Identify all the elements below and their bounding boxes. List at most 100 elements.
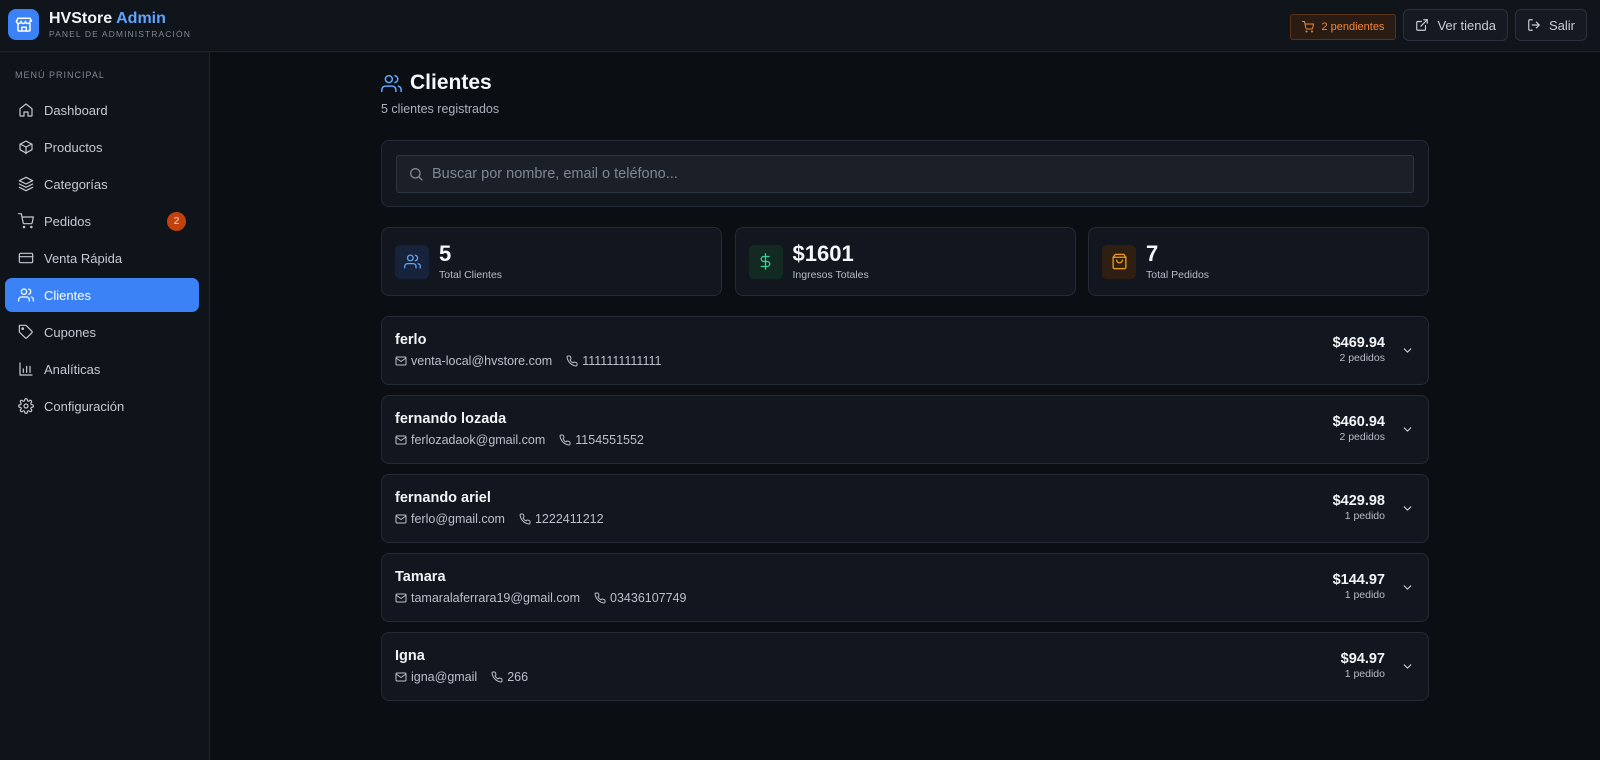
page-subtitle: 5 clientes registrados [381,102,500,116]
client-email: ferlo@gmail.com [411,512,505,526]
chevron-down-icon[interactable] [1401,423,1414,436]
mail-icon [395,593,407,603]
search-icon [410,168,423,181]
sidebar-item-label: Pedidos [44,213,91,229]
client-order-count: 2 pedidos [1339,352,1385,364]
client-row[interactable]: fernando lozada ferlozadaok@gmail.com 11… [381,395,1429,464]
cart-icon [1302,20,1315,32]
sidebar-item-label: Cupones [44,324,97,340]
sidebar-item-categories[interactable]: Categorías [5,167,199,201]
client-name: fernando ariel [395,490,491,506]
pending-orders-button[interactable]: 2 pendientes [1290,13,1397,40]
bag-icon [1111,253,1127,270]
clients-list: ferlo venta-local@hvstore.com 1111111111… [381,316,1429,711]
logout-button[interactable]: Salir [1514,9,1587,41]
stat-total-orders: 7 Total Pedidos [1088,227,1429,296]
sidebar-item-analytics[interactable]: Analíticas [5,352,199,386]
sidebar-item-label: Dashboard [44,102,108,118]
sidebar-item-orders[interactable]: Pedidos 2 [5,204,199,238]
client-order-count: 1 pedido [1344,668,1385,680]
client-email: igna@gmail [411,670,478,684]
client-row[interactable]: Tamara tamaralaferrara19@gmail.com 03436… [381,553,1429,622]
page-title: Clientes [381,71,499,95]
chevron-down-icon[interactable] [1401,502,1414,515]
brand-title: HVStore Admin [49,10,191,28]
chevron-down-icon[interactable] [1401,581,1414,594]
chevron-down-icon[interactable] [1401,344,1414,357]
sidebar: MENÚ PRINCIPAL Dashboard Productos Categ… [0,52,210,760]
client-email: tamaralaferrara19@gmail.com [411,591,581,605]
phone-icon [491,671,503,683]
search-input[interactable] [432,166,1392,182]
search-card [381,140,1429,207]
pending-orders-label: 2 pendientes [1321,20,1385,33]
home-icon [19,103,33,117]
top-bar: HVStore Admin PANEL DE ADMINISTRACIÓN 2 p… [0,0,1600,52]
client-row[interactable]: ferlo venta-local@hvstore.com 1111111111… [381,316,1429,385]
sidebar-item-label: Venta Rápida [44,250,123,266]
dollar-icon [760,253,771,270]
stat-total-clients: 5 Total Clientes [381,227,722,296]
sidebar-item-label: Clientes [44,287,91,303]
brand-name: HVStore [49,9,113,27]
client-phone: 03436107749 [610,591,687,605]
sidebar-item-quick-sale[interactable]: Venta Rápida [5,241,199,275]
logout-label: Salir [1548,17,1575,33]
stat-value: $1601 [792,241,854,266]
chevron-down-icon[interactable] [1401,660,1414,673]
sidebar-item-coupons[interactable]: Cupones [5,315,199,349]
client-row[interactable]: fernando ariel ferlo@gmail.com 122241121… [381,474,1429,543]
search-box[interactable] [396,155,1414,193]
client-total-amount: $429.98 [1332,493,1385,509]
credit-card-icon [18,252,34,264]
client-row[interactable]: Igna igna@gmail 266 $94.97 1 pedido [381,632,1429,701]
client-total-amount: $460.94 [1332,414,1385,430]
client-order-count: 1 pedido [1344,510,1385,522]
layers-icon [18,176,34,192]
brand[interactable]: HVStore Admin PANEL DE ADMINISTRACIÓN [8,9,191,40]
mail-icon [395,514,407,524]
sidebar-item-settings[interactable]: Configuración [5,389,199,423]
client-email: venta-local@hvstore.com [411,354,553,368]
page-title-text: Clientes [410,71,492,94]
client-phone: 266 [507,670,529,684]
stat-label: Total Pedidos [1146,269,1210,281]
mail-icon [395,435,407,445]
stat-total-revenue: $1601 Ingresos Totales [734,227,1076,296]
logout-icon [1528,19,1540,31]
client-phone: 1111111111111 [582,354,662,368]
box-icon [19,140,33,155]
client-email: ferlozadaok@gmail.com [411,433,546,447]
sidebar-item-dashboard[interactable]: Dashboard [5,93,199,127]
users-icon [403,254,421,269]
menu-section-title: MENÚ PRINCIPAL [15,70,105,80]
sidebar-item-products[interactable]: Productos [5,130,199,164]
client-name: fernando lozada [395,411,507,427]
client-phone: 1154551552 [575,433,644,447]
client-total-amount: $144.97 [1332,572,1385,588]
cart-icon [18,213,34,229]
sidebar-item-label: Categorías [44,176,108,192]
phone-icon [594,592,606,604]
store-icon [8,9,39,40]
brand-subtitle: PANEL DE ADMINISTRACIÓN [49,28,191,39]
stat-label: Ingresos Totales [792,269,869,281]
orders-count-badge: 2 [167,212,186,231]
sidebar-item-label: Productos [44,139,103,155]
mail-icon [395,356,407,366]
client-order-count: 2 pedidos [1339,431,1385,443]
stat-value: 7 [1146,241,1159,266]
view-store-label: Ver tienda [1437,17,1496,33]
client-order-count: 1 pedido [1344,589,1385,601]
client-total-amount: $94.97 [1340,651,1385,667]
client-total-amount: $469.94 [1332,335,1385,351]
sidebar-nav: Dashboard Productos Categorías Pedidos 2… [5,93,199,426]
stat-value: 5 [439,241,452,266]
stats-row: 5 Total Clientes $1601 Ingresos Totales … [381,227,1429,296]
client-name: Igna [395,648,425,664]
view-store-button[interactable]: Ver tienda [1403,9,1508,41]
external-link-icon [1416,19,1429,31]
phone-icon [519,513,531,525]
sidebar-item-label: Configuración [44,398,125,414]
sidebar-item-clients[interactable]: Clientes [5,278,199,312]
